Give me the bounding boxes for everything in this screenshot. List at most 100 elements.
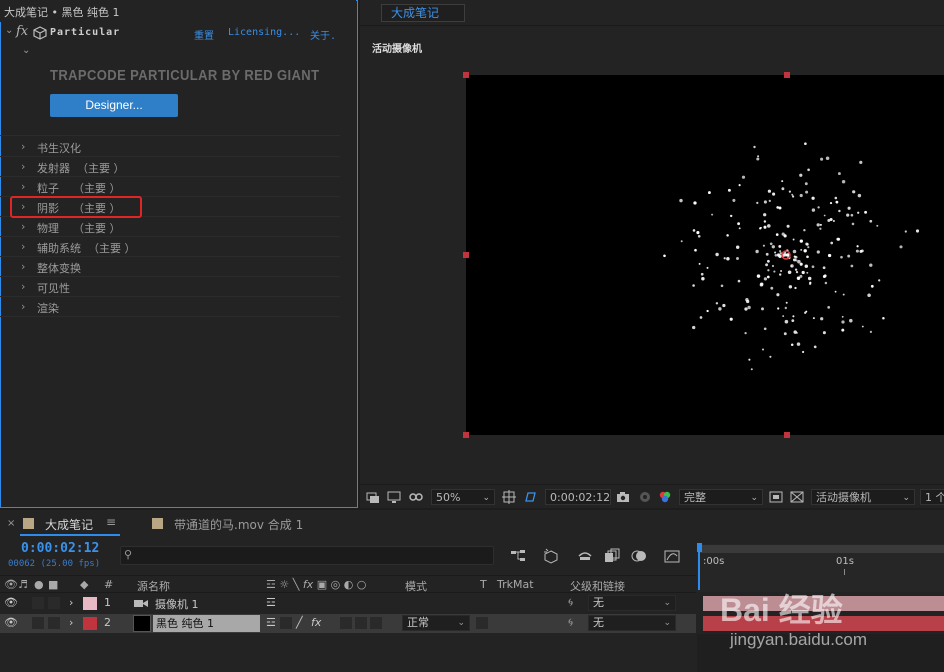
view-select[interactable]: 活动摄像机 ⌄ bbox=[811, 489, 915, 505]
show-snapshot-icon[interactable] bbox=[638, 490, 652, 504]
particle bbox=[767, 259, 770, 263]
timeline-tab-active[interactable]: 大成笔记 bbox=[45, 516, 93, 533]
lock-icon[interactable]: ■ bbox=[48, 578, 58, 591]
layer-handle[interactable] bbox=[463, 252, 469, 258]
resolution-select[interactable]: 完整 ⌄ bbox=[679, 489, 763, 505]
shy-layers-icon[interactable] bbox=[577, 548, 593, 564]
frame-blending-icon[interactable] bbox=[604, 548, 620, 564]
reset-link[interactable]: 重置 bbox=[194, 27, 214, 42]
views-count-select[interactable]: 1 个 bbox=[920, 489, 944, 505]
visibility-eye-icon[interactable]: 👁 bbox=[4, 596, 18, 609]
work-area-bar[interactable] bbox=[699, 545, 944, 553]
solo-toggle[interactable] bbox=[32, 597, 44, 609]
parent-select[interactable]: 无 ⌄ bbox=[588, 615, 676, 631]
label-tag-icon[interactable]: ◆ bbox=[80, 578, 88, 591]
chevron-down-icon[interactable]: ⌄ bbox=[5, 25, 13, 36]
lock-toggle[interactable] bbox=[48, 597, 60, 609]
layer-row[interactable]: 👁 › 1 摄像机 1 ☲ 🌀︎ 无 ⌄ bbox=[0, 594, 696, 613]
solo-toggle[interactable] bbox=[32, 617, 44, 629]
property-group[interactable]: › 书生汉化 bbox=[0, 137, 340, 157]
composition-tab[interactable]: 大成笔记 bbox=[381, 4, 465, 22]
particle bbox=[723, 257, 726, 260]
chevron-right-icon[interactable]: › bbox=[21, 140, 25, 153]
property-group[interactable]: › 整体变换 bbox=[0, 257, 340, 277]
current-time-indicator[interactable] bbox=[698, 552, 700, 590]
property-group[interactable]: › 辅助系统 （主要 ） bbox=[0, 237, 340, 257]
pickwhip-icon[interactable]: 🌀︎ bbox=[568, 616, 573, 630]
preserve-transparency-toggle[interactable] bbox=[476, 617, 488, 629]
monitor-icon[interactable] bbox=[387, 490, 401, 504]
layer-handle[interactable] bbox=[784, 72, 790, 78]
motion-blur-icon[interactable] bbox=[631, 548, 647, 564]
grid-icon[interactable] bbox=[502, 490, 516, 504]
fx-icon[interactable]: fx bbox=[16, 24, 28, 39]
layer-name[interactable]: 摄像机 1 bbox=[155, 596, 199, 612]
transparency-icon[interactable] bbox=[523, 490, 537, 504]
layer-handle[interactable] bbox=[784, 432, 790, 438]
camera-snapshot-icon[interactable] bbox=[616, 490, 630, 504]
zoom-select[interactable]: 50% ⌄ bbox=[431, 489, 495, 505]
chevron-right-icon[interactable]: › bbox=[69, 616, 73, 629]
switch-box[interactable] bbox=[370, 617, 382, 629]
composition-canvas[interactable] bbox=[466, 75, 944, 435]
particle bbox=[841, 179, 846, 184]
switch-box[interactable] bbox=[280, 617, 292, 629]
shy-switch-icon[interactable]: ☲ bbox=[266, 596, 276, 609]
draft-3d-icon[interactable] bbox=[543, 548, 559, 564]
composition-flowchart-icon[interactable] bbox=[510, 548, 526, 564]
effect-row-particular[interactable]: ⌄ fx Particular 重置 Licensing... 关于. bbox=[0, 23, 356, 43]
quality-icon[interactable]: ╱ bbox=[296, 616, 303, 629]
color-channels-icon[interactable] bbox=[658, 490, 672, 504]
close-icon[interactable]: × bbox=[7, 518, 15, 529]
property-group[interactable]: › 发射器 （主要 ） bbox=[0, 157, 340, 177]
chevron-right-icon[interactable]: › bbox=[21, 260, 25, 273]
chevron-right-icon[interactable]: › bbox=[21, 220, 25, 233]
layer-label-color[interactable] bbox=[83, 617, 97, 630]
fx-switch-icon[interactable]: fx bbox=[311, 616, 321, 629]
chevron-down-icon[interactable]: ⌄ bbox=[22, 45, 30, 56]
lock-toggle[interactable] bbox=[48, 617, 60, 629]
layer-label-color[interactable] bbox=[83, 597, 97, 610]
chevron-right-icon[interactable]: › bbox=[21, 180, 25, 193]
column-source-name[interactable]: 源名称 bbox=[137, 578, 170, 594]
licensing-link[interactable]: Licensing... bbox=[228, 27, 300, 38]
layer-handle[interactable] bbox=[463, 72, 469, 78]
current-time-indicator-head[interactable] bbox=[697, 543, 702, 552]
layer-row-selected[interactable]: 👁 › 2 黑色 纯色 1 ☲ ╱ fx 正常 ⌄ 🌀︎ 无 ⌄ bbox=[0, 614, 696, 633]
parent-select[interactable]: 无 ⌄ bbox=[588, 595, 676, 611]
property-group[interactable]: › 粒子 （主要 ） bbox=[0, 177, 340, 197]
about-link[interactable]: 关于. bbox=[310, 27, 336, 42]
property-group[interactable]: › 物理 （主要 ） bbox=[0, 217, 340, 237]
search-input[interactable] bbox=[120, 546, 494, 565]
current-time-field[interactable]: 0:00:02:12 bbox=[545, 489, 611, 505]
particle bbox=[759, 227, 762, 230]
particle bbox=[812, 317, 815, 320]
pickwhip-icon[interactable]: 🌀︎ bbox=[568, 596, 573, 610]
property-group[interactable]: › 渲染 bbox=[0, 297, 340, 317]
chevron-right-icon[interactable]: › bbox=[21, 160, 25, 173]
solo-icon[interactable]: ● bbox=[34, 578, 44, 591]
region-icon[interactable] bbox=[366, 490, 380, 504]
graph-editor-icon[interactable] bbox=[664, 548, 680, 564]
eye-icon[interactable]: 👁 bbox=[4, 578, 18, 591]
visibility-eye-icon[interactable]: 👁 bbox=[4, 616, 18, 629]
shy-switch-icon[interactable]: ☲ bbox=[266, 616, 276, 629]
chevron-right-icon[interactable]: › bbox=[21, 300, 25, 313]
switch-box[interactable] bbox=[340, 617, 352, 629]
region-of-interest-icon[interactable] bbox=[769, 490, 783, 504]
mask-icon[interactable] bbox=[409, 490, 423, 504]
chevron-right-icon[interactable]: › bbox=[21, 240, 25, 253]
designer-button[interactable]: Designer... bbox=[50, 94, 178, 117]
blend-mode-select[interactable]: 正常 ⌄ bbox=[402, 615, 470, 631]
checkerboard-icon[interactable] bbox=[790, 490, 804, 504]
chevron-right-icon[interactable]: › bbox=[69, 596, 73, 609]
switch-box[interactable] bbox=[355, 617, 367, 629]
property-group[interactable]: › 可见性 bbox=[0, 277, 340, 297]
chevron-right-icon[interactable]: › bbox=[21, 280, 25, 293]
current-time-display[interactable]: 0:00:02:12 bbox=[21, 541, 99, 556]
panel-menu-icon[interactable]: ≡ bbox=[106, 515, 116, 529]
audio-icon[interactable]: ♬ bbox=[18, 578, 28, 591]
layer-name[interactable]: 黑色 纯色 1 bbox=[153, 615, 260, 632]
layer-handle[interactable] bbox=[463, 432, 469, 438]
timeline-tab[interactable]: 带通道的马.mov 合成 1 bbox=[174, 516, 303, 533]
